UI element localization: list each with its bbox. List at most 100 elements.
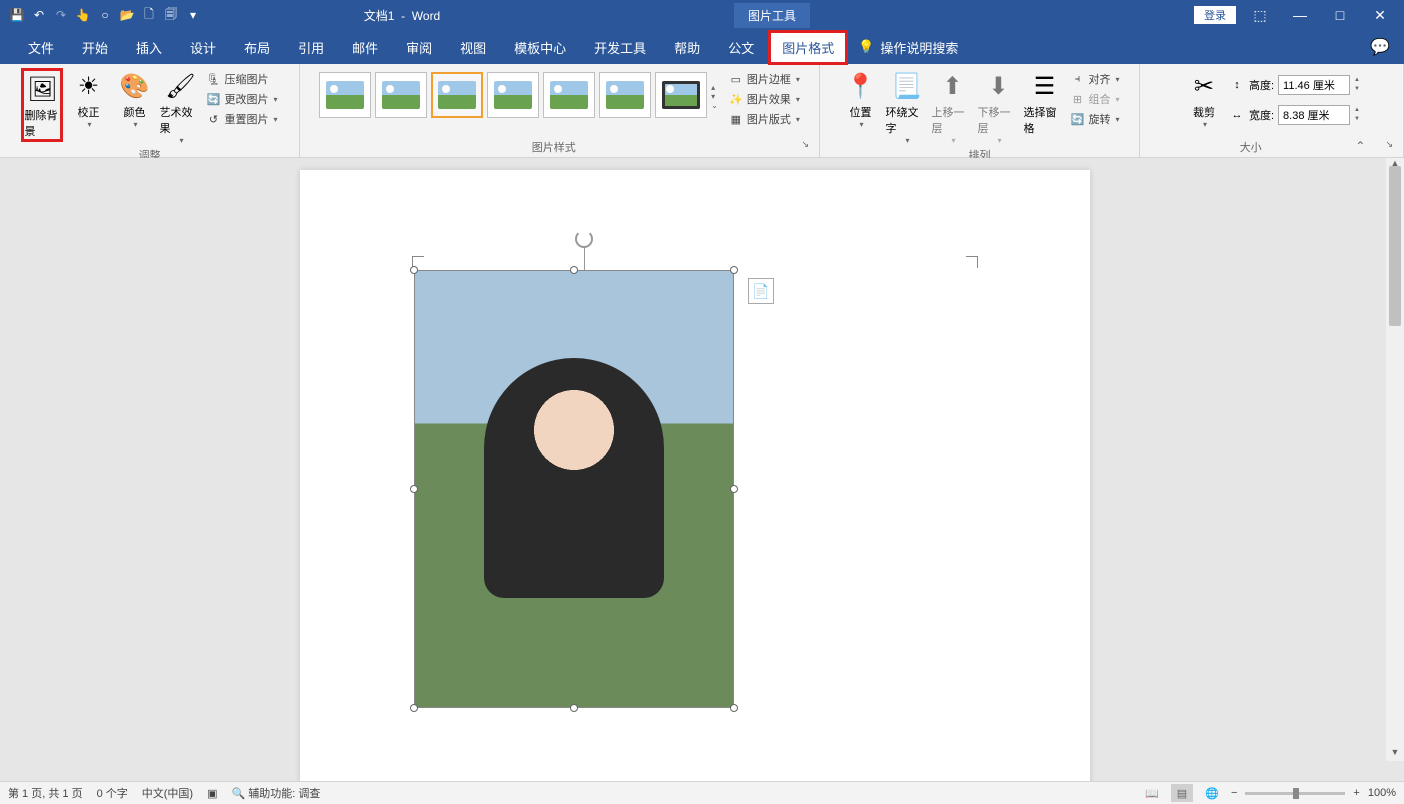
- close-icon[interactable]: ✕: [1364, 7, 1396, 24]
- tell-me-search[interactable]: 💡 操作说明搜索: [848, 38, 958, 57]
- login-button[interactable]: 登录: [1194, 6, 1236, 24]
- minimize-icon[interactable]: —: [1284, 7, 1316, 23]
- picture-style-2[interactable]: [375, 72, 427, 118]
- circle-icon[interactable]: ○: [96, 6, 114, 24]
- web-layout-icon[interactable]: 🌐: [1201, 784, 1223, 802]
- width-spinner[interactable]: ▲▼: [1354, 106, 1360, 124]
- print-layout-icon[interactable]: ▤: [1171, 784, 1193, 802]
- tab-official[interactable]: 公文: [714, 30, 768, 65]
- effects-icon: ✨: [728, 91, 744, 107]
- word-count[interactable]: 0 个字: [97, 785, 128, 801]
- macro-recorder-icon[interactable]: ▣: [207, 787, 217, 800]
- ribbon-display-icon[interactable]: ⬚: [1244, 7, 1276, 24]
- height-icon: ↕: [1229, 77, 1245, 93]
- zoom-level[interactable]: 100%: [1368, 787, 1396, 799]
- tab-references[interactable]: 引用: [284, 30, 338, 65]
- resize-handle-bl[interactable]: [410, 704, 418, 712]
- color-button[interactable]: 🎨 颜色▾: [113, 68, 155, 129]
- tab-layout[interactable]: 布局: [230, 30, 284, 65]
- group-objects-button[interactable]: ⊞组合▾: [1069, 90, 1119, 108]
- undo-icon[interactable]: ↶: [30, 6, 48, 24]
- tab-help[interactable]: 帮助: [660, 30, 714, 65]
- comments-icon[interactable]: 💬: [1370, 37, 1390, 57]
- bring-forward-button[interactable]: ⬆ 上移一层▾: [931, 68, 973, 145]
- resize-handle-t[interactable]: [570, 266, 578, 274]
- new-icon[interactable]: 🗋: [140, 6, 158, 24]
- wrap-text-button[interactable]: 📃 环绕文字▾: [885, 68, 927, 145]
- collapse-ribbon-icon[interactable]: ⌃: [1355, 139, 1365, 153]
- tab-mailings[interactable]: 邮件: [338, 30, 392, 65]
- width-input[interactable]: [1278, 105, 1350, 125]
- crop-button[interactable]: ✂ 裁剪▾: [1183, 68, 1225, 129]
- tab-home[interactable]: 开始: [68, 30, 122, 65]
- change-picture-button[interactable]: 🔄更改图片▾: [205, 90, 277, 108]
- picture-style-6[interactable]: [599, 72, 651, 118]
- page[interactable]: 📄: [300, 170, 1090, 781]
- tab-design[interactable]: 设计: [176, 30, 230, 65]
- accessibility-checker[interactable]: 🔍 辅助功能: 调查: [232, 785, 321, 801]
- layout-options-button[interactable]: 📄: [748, 278, 774, 304]
- qat-more-icon[interactable]: ▾: [184, 6, 202, 24]
- rotation-handle[interactable]: [574, 230, 594, 270]
- selection-pane-button[interactable]: ☰ 选择窗格: [1023, 68, 1065, 136]
- layout-icon: ▦: [728, 111, 744, 127]
- picture-layout-button[interactable]: ▦图片版式▾: [728, 110, 800, 128]
- size-dialog-launcher[interactable]: ↘: [1385, 139, 1393, 150]
- resize-handle-b[interactable]: [570, 704, 578, 712]
- tab-review[interactable]: 审阅: [392, 30, 446, 65]
- tab-insert[interactable]: 插入: [122, 30, 176, 65]
- tab-picture-format[interactable]: 图片格式: [768, 30, 848, 65]
- scroll-thumb[interactable]: [1389, 166, 1401, 326]
- height-spinner[interactable]: ▲▼: [1354, 76, 1360, 94]
- tab-file[interactable]: 文件: [14, 30, 68, 65]
- zoom-out-button[interactable]: −: [1231, 787, 1237, 799]
- open-icon[interactable]: 📂: [118, 6, 136, 24]
- styles-gallery-expand[interactable]: ▴▾⌄: [711, 72, 718, 118]
- position-button[interactable]: 📍 位置▾: [839, 68, 881, 129]
- picture-style-7[interactable]: [655, 72, 707, 118]
- zoom-in-button[interactable]: +: [1353, 787, 1359, 799]
- compress-icon: 🗜: [205, 71, 221, 87]
- picture-style-3[interactable]: [431, 72, 483, 118]
- artistic-effects-button[interactable]: 🖌 艺术效果▾: [159, 68, 201, 145]
- maximize-icon[interactable]: □: [1324, 7, 1356, 23]
- redo-icon[interactable]: ↷: [52, 6, 70, 24]
- picture-border-button[interactable]: ▭图片边框▾: [728, 70, 800, 88]
- send-backward-button[interactable]: ⬇ 下移一层▾: [977, 68, 1019, 145]
- read-mode-icon[interactable]: 📖: [1141, 784, 1163, 802]
- compress-pictures-button[interactable]: 🗜压缩图片: [205, 70, 277, 88]
- save-icon[interactable]: 💾: [8, 6, 26, 24]
- picture-style-4[interactable]: [487, 72, 539, 118]
- tab-template[interactable]: 模板中心: [500, 30, 580, 65]
- scroll-down-icon[interactable]: ▼: [1386, 747, 1404, 761]
- print-icon[interactable]: 🗐: [162, 6, 180, 24]
- picture-content: [415, 271, 733, 707]
- picture-effects-button[interactable]: ✨图片效果▾: [728, 90, 800, 108]
- group-arrange: 📍 位置▾ 📃 环绕文字▾ ⬆ 上移一层▾ ⬇ 下移一层▾ ☰ 选择窗格 ⫞对齐…: [820, 64, 1140, 157]
- resize-handle-tl[interactable]: [410, 266, 418, 274]
- page-indicator[interactable]: 第 1 页, 共 1 页: [8, 785, 83, 801]
- reset-icon: ↺: [205, 111, 221, 127]
- language-indicator[interactable]: 中文(中国): [142, 785, 193, 801]
- tab-view[interactable]: 视图: [446, 30, 500, 65]
- resize-handle-r[interactable]: [730, 485, 738, 493]
- picture-style-1[interactable]: [319, 72, 371, 118]
- vertical-scrollbar[interactable]: ▲ ▼: [1386, 158, 1404, 761]
- resize-handle-l[interactable]: [410, 485, 418, 493]
- selected-picture[interactable]: [414, 270, 734, 708]
- resize-handle-br[interactable]: [730, 704, 738, 712]
- height-input[interactable]: [1278, 75, 1350, 95]
- rotate-button[interactable]: 🔄旋转▾: [1069, 110, 1119, 128]
- width-icon: ↔: [1229, 107, 1245, 123]
- zoom-slider[interactable]: [1245, 792, 1345, 795]
- tab-developer[interactable]: 开发工具: [580, 30, 660, 65]
- document-area: 📄 ▲ ▼: [0, 158, 1404, 781]
- touch-mode-icon[interactable]: 👆: [74, 6, 92, 24]
- styles-dialog-launcher[interactable]: ↘: [801, 139, 809, 150]
- align-button[interactable]: ⫞对齐▾: [1069, 70, 1119, 88]
- corrections-button[interactable]: ☀ 校正▾: [67, 68, 109, 129]
- reset-picture-button[interactable]: ↺重置图片▾: [205, 110, 277, 128]
- resize-handle-tr[interactable]: [730, 266, 738, 274]
- remove-background-button[interactable]: 🖼 删除背景: [21, 68, 63, 142]
- picture-style-5[interactable]: [543, 72, 595, 118]
